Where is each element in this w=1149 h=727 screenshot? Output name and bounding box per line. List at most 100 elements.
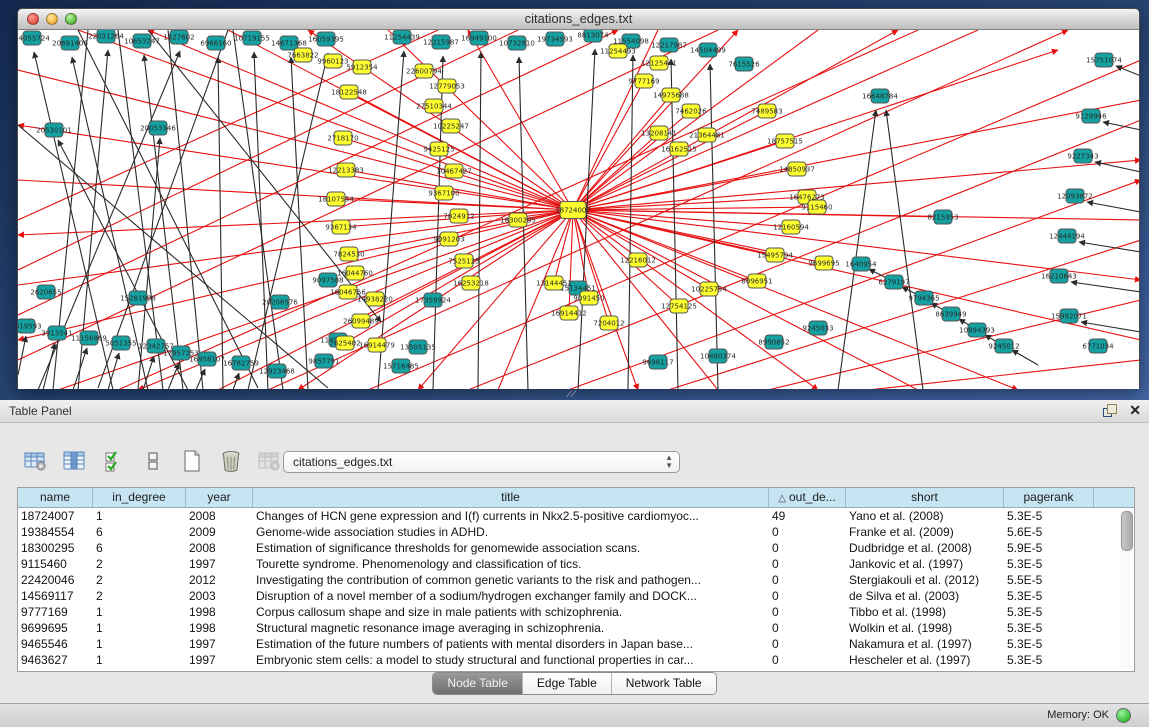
graph-edge[interactable] bbox=[18, 336, 26, 375]
graph-node[interactable]: 5051355 bbox=[105, 336, 136, 350]
graph-node[interactable]: 9245033 bbox=[802, 321, 833, 335]
new-table-icon[interactable] bbox=[178, 447, 206, 475]
graph-node[interactable]: 19734593 bbox=[537, 32, 573, 46]
graph-edge[interactable] bbox=[573, 210, 918, 389]
graph-node[interactable]: 9367134 bbox=[325, 220, 357, 234]
graph-node[interactable]: 17359924 bbox=[415, 293, 451, 307]
graph-node[interactable]: 20530101 bbox=[36, 123, 72, 137]
table-scrollbar[interactable] bbox=[1120, 509, 1132, 669]
graph-node[interactable]: 9227343 bbox=[1067, 149, 1098, 163]
tab-network-table[interactable]: Network Table bbox=[612, 673, 716, 694]
graph-node[interactable]: 5912354 bbox=[346, 60, 378, 74]
delete-table-icon[interactable] bbox=[217, 447, 245, 475]
column-header-out_de[interactable]: △out_de... bbox=[769, 488, 846, 507]
graph-edge[interactable] bbox=[569, 210, 573, 313]
graph-node[interactable]: 10994393 bbox=[959, 323, 995, 337]
graph-edge[interactable] bbox=[838, 110, 876, 389]
graph-node[interactable]: 10732810 bbox=[499, 36, 535, 50]
table-row[interactable]: 946362711997Embryonic stem cells: a mode… bbox=[18, 652, 1134, 668]
graph-node[interactable]: 7615526 bbox=[728, 57, 760, 71]
graph-edge[interactable] bbox=[196, 369, 205, 389]
graph-node[interactable]: 20691406 bbox=[52, 36, 88, 50]
table-settings-icon[interactable] bbox=[22, 447, 50, 475]
column-header-short[interactable]: short bbox=[846, 488, 1004, 507]
graph-edge[interactable] bbox=[573, 210, 1018, 389]
graph-node[interactable]: 9129946 bbox=[1075, 109, 1107, 123]
network-canvas[interactable]: 1405572420691406220312641065324715276026… bbox=[18, 30, 1139, 389]
import-table-icon[interactable] bbox=[256, 447, 284, 475]
graph-hub-node[interactable]: 18724007 bbox=[555, 202, 591, 219]
rows-icon[interactable] bbox=[139, 447, 167, 475]
table-row[interactable]: 2242004622012Investigating the contribut… bbox=[18, 572, 1134, 588]
graph-node[interactable]: 6966160 bbox=[200, 36, 231, 50]
graph-node[interactable]: 8990852 bbox=[758, 335, 789, 349]
tab-edge-table[interactable]: Edge Table bbox=[523, 673, 612, 694]
graph-edge[interactable] bbox=[18, 210, 573, 285]
graph-edge[interactable] bbox=[118, 30, 918, 389]
graph-node[interactable]: 12215987 bbox=[423, 35, 459, 49]
graph-node[interactable]: 7824912 bbox=[443, 209, 474, 223]
graph-node[interactable]: 9245012 bbox=[988, 339, 1019, 353]
graph-edge[interactable] bbox=[573, 210, 943, 217]
close-panel-icon[interactable]: ✕ bbox=[1129, 403, 1141, 417]
window-titlebar[interactable]: citations_edges.txt bbox=[18, 9, 1139, 30]
graph-edge[interactable] bbox=[1116, 66, 1139, 76]
graph-edge[interactable] bbox=[168, 30, 203, 389]
graph-node[interactable]: 9696117 bbox=[642, 355, 673, 369]
graph-node[interactable]: 9699695 bbox=[808, 256, 839, 270]
graph-edge[interactable] bbox=[573, 133, 659, 210]
graph-node[interactable]: 1319593 bbox=[18, 319, 42, 333]
graph-edge[interactable] bbox=[218, 57, 223, 389]
graph-edge[interactable] bbox=[1012, 350, 1038, 365]
table-row[interactable]: 969969511998Structural magnetic resonanc… bbox=[18, 620, 1134, 636]
graph-node[interactable]: 15751074 bbox=[1086, 53, 1122, 67]
graph-node[interactable]: 12779053 bbox=[429, 79, 465, 93]
graph-edge[interactable] bbox=[254, 52, 268, 389]
graph-edge[interactable] bbox=[1081, 322, 1139, 332]
graph-node[interactable]: 6279197 bbox=[878, 275, 909, 289]
graph-node[interactable]: 10225754 bbox=[691, 282, 727, 296]
table-row[interactable]: 1830029562008Estimation of significance … bbox=[18, 540, 1134, 556]
graph-node[interactable]: 13505135 bbox=[400, 340, 436, 354]
graph-node[interactable]: 14055724 bbox=[18, 31, 50, 45]
graph-node[interactable]: 6771034 bbox=[1082, 339, 1114, 353]
graph-edge[interactable] bbox=[573, 160, 1139, 210]
graph-node[interactable]: 8639949 bbox=[935, 307, 966, 321]
panel-resize-grip[interactable]: ⟋⟋ bbox=[566, 390, 582, 399]
graph-node[interactable]: 10467427 bbox=[436, 164, 472, 178]
graph-node[interactable]: 8215953 bbox=[927, 210, 958, 224]
graph-node[interactable]: 12093872 bbox=[1057, 189, 1093, 203]
show-columns-icon[interactable] bbox=[61, 447, 89, 475]
graph-edge[interactable] bbox=[1071, 282, 1139, 292]
memory-indicator[interactable] bbox=[1116, 708, 1131, 723]
graph-node[interactable]: 8096951 bbox=[741, 274, 772, 288]
graph-edge[interactable] bbox=[108, 353, 119, 389]
table-source-select[interactable]: citations_edges.txt ▲▼ bbox=[283, 451, 680, 473]
graph-node[interactable]: 10225247 bbox=[433, 119, 469, 133]
graph-node[interactable]: 7462026 bbox=[675, 104, 707, 118]
graph-node[interactable]: 16253218 bbox=[453, 276, 489, 290]
graph-node[interactable]: 2718170 bbox=[327, 131, 358, 145]
column-header-title[interactable]: title bbox=[253, 488, 769, 507]
graph-node[interactable]: 10719155 bbox=[234, 31, 270, 45]
table-row[interactable]: 1456911722003Disruption of a novel membe… bbox=[18, 588, 1134, 604]
graph-node[interactable]: 12444194 bbox=[1049, 229, 1085, 243]
graph-node[interactable]: 22600794 bbox=[406, 64, 442, 78]
graph-node[interactable]: 12217987 bbox=[651, 38, 687, 52]
graph-edge[interactable] bbox=[43, 343, 55, 389]
graph-node[interactable]: 10480374 bbox=[700, 349, 736, 363]
graph-node[interactable]: 16648784 bbox=[862, 89, 898, 103]
column-header-name[interactable]: name bbox=[18, 488, 93, 507]
column-header-pagerank[interactable]: pagerank bbox=[1004, 488, 1094, 507]
graph-edge[interactable] bbox=[345, 210, 573, 343]
scrollbar-thumb[interactable] bbox=[1121, 511, 1133, 551]
graph-edge[interactable] bbox=[573, 30, 978, 210]
graph-node[interactable]: 16914479 bbox=[359, 338, 395, 352]
float-panel-icon[interactable] bbox=[1103, 404, 1117, 417]
graph-edge[interactable] bbox=[118, 30, 163, 389]
graph-node[interactable]: 7824530 bbox=[333, 247, 364, 261]
graph-edge[interactable] bbox=[148, 30, 573, 210]
graph-node[interactable]: 12160594 bbox=[773, 220, 809, 234]
tab-node-table[interactable]: Node Table bbox=[433, 673, 523, 694]
graph-node[interactable]: 1640954 bbox=[845, 257, 877, 271]
